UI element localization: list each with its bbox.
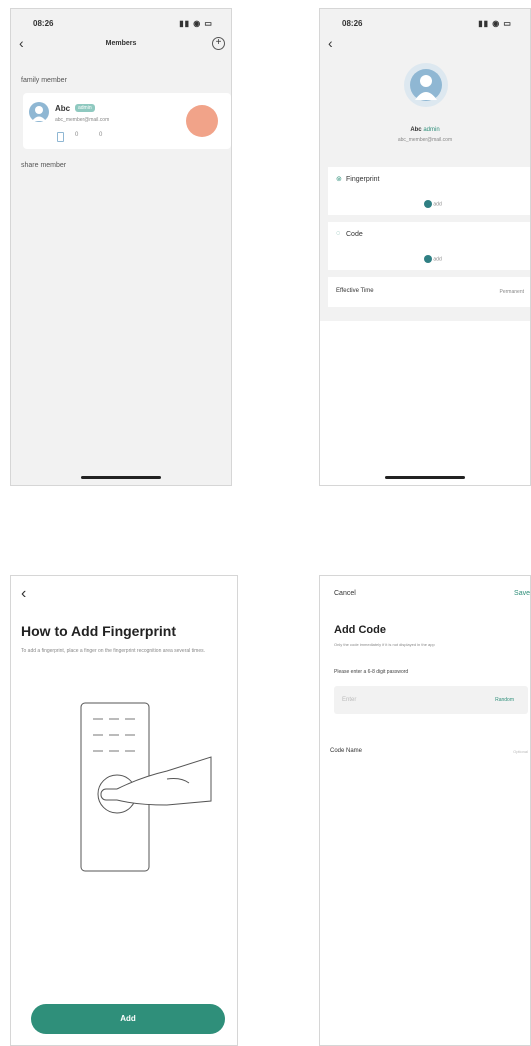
password-placeholder: Enter [342, 697, 357, 703]
code-name-label: Code Name [330, 748, 363, 754]
plus-icon [424, 255, 432, 263]
fingerprint-count: 0 [75, 132, 79, 138]
profile-role: admin [423, 127, 440, 133]
page-title: Add Code [334, 624, 386, 636]
password-prompt: Please enter a 6-8 digit password [334, 669, 409, 675]
member-role-badge: admin [75, 104, 95, 112]
fingerprint-icon: ⊚ [336, 176, 342, 183]
blank-area [320, 321, 530, 485]
member-detail-screen: 08:26 ▮▮ ◉ ▭ ‹ Abc admin abc_member@mail… [319, 8, 531, 486]
add-fingerprint-button[interactable]: add [424, 200, 442, 208]
add-fingerprint-screen: ‹ How to Add Fingerprint To add a finger… [10, 575, 238, 1046]
add-member-icon[interactable]: + [212, 37, 225, 50]
add-code-screen: Cancel Save Add Code Only the code immed… [319, 575, 531, 1046]
add-button[interactable]: Add [31, 1004, 225, 1034]
profile-avatar [404, 63, 448, 107]
code-name-row[interactable]: Code Name Optional [320, 736, 530, 766]
cancel-button[interactable]: Cancel [334, 590, 356, 597]
profile-name: Abc [410, 127, 422, 133]
member-card[interactable]: Abc admin abc_member@mail.com 0 0 [23, 93, 231, 149]
page-subtitle: Only the code immediately if it is not d… [334, 642, 435, 647]
fingerprint-section: ⊚ Fingerprint add [328, 167, 530, 215]
random-button[interactable]: Random [495, 697, 514, 703]
phone-icon [57, 132, 64, 142]
plus-icon [424, 200, 432, 208]
instruction-text: To add a fingerprint, place a finger on … [21, 648, 205, 654]
code-name-placeholder: Optional [513, 749, 528, 754]
orange-dot [186, 105, 218, 137]
avatar [29, 102, 49, 122]
status-bar: 08:26 ▮▮ ◉ ▭ [320, 19, 530, 31]
member-name: Abc [55, 104, 71, 113]
add-code-button[interactable]: add [424, 255, 442, 263]
member-subtitle: abc_member@mail.com [55, 117, 110, 123]
user-icon [415, 75, 437, 100]
status-bar: 08:26 ▮▮ ◉ ▭ [11, 19, 231, 31]
members-screen: 08:26 ▮▮ ◉ ▭ ‹ Members + family member A… [10, 8, 232, 486]
save-button[interactable]: Save [514, 590, 530, 597]
add-fingerprint-label: add [433, 201, 442, 208]
lock-illustration [80, 702, 212, 872]
status-icons: ▮▮ ◉ ▭ [478, 19, 512, 28]
password-input[interactable]: Enter Random [334, 686, 528, 714]
page-title: Members [105, 40, 137, 47]
home-indicator [81, 476, 161, 479]
back-button[interactable]: ‹ [21, 586, 26, 602]
code-section: ◌ Code add [328, 222, 530, 270]
fingerprint-label: Fingerprint [346, 176, 380, 183]
add-code-label: add [433, 256, 442, 263]
share-member-heading: share member [21, 162, 67, 169]
user-icon [32, 106, 46, 121]
page-title: How to Add Fingerprint [21, 623, 177, 639]
code-count: 0 [99, 132, 103, 138]
code-label: Code [346, 231, 363, 238]
back-button[interactable]: ‹ [328, 36, 333, 50]
effective-time-value: Permanent [499, 289, 524, 295]
home-indicator [385, 476, 465, 479]
family-member-heading: family member [21, 77, 67, 84]
status-time: 08:26 [342, 19, 363, 28]
status-time: 08:26 [33, 19, 54, 28]
effective-time-label: Effective Time [336, 288, 374, 294]
status-icons: ▮▮ ◉ ▭ [179, 19, 213, 28]
code-icon: ◌ [336, 230, 341, 237]
profile-subtitle: abc_member@mail.com [397, 137, 453, 143]
effective-time-row[interactable]: Effective Time Permanent [328, 277, 530, 307]
